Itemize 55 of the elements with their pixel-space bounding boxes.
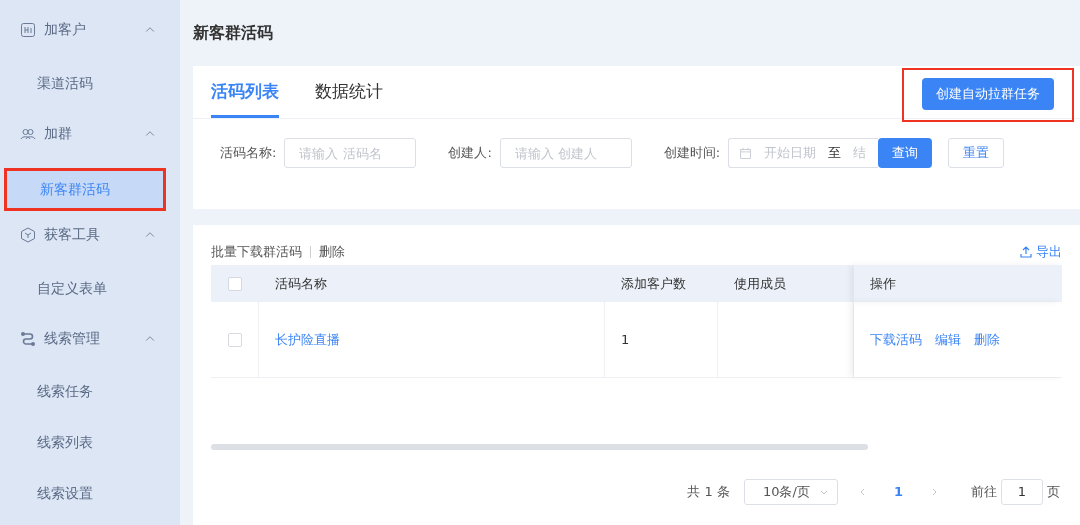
hi-badge-icon bbox=[20, 22, 36, 39]
group-label: 加客户 bbox=[44, 21, 87, 40]
column-header: 活码名称 bbox=[259, 265, 605, 302]
page-title: 新客群活码 bbox=[193, 21, 274, 44]
calendar-icon bbox=[739, 146, 753, 160]
action-link[interactable]: 编辑 bbox=[935, 330, 961, 349]
name-field[interactable]: 请输入 活码名 bbox=[284, 138, 417, 168]
action-link[interactable]: 删除 bbox=[974, 330, 1000, 349]
upload-icon bbox=[1020, 246, 1032, 258]
route-icon bbox=[20, 330, 36, 347]
field-label: 创建人: bbox=[448, 144, 492, 162]
total-count: 共 1 条 bbox=[687, 482, 730, 501]
reset-button[interactable]: 重置 bbox=[948, 138, 1005, 168]
horizontal-scrollbar[interactable] bbox=[211, 444, 868, 450]
goto-label: 前往 bbox=[971, 482, 997, 501]
code-name-link[interactable]: 长护险直播 bbox=[275, 330, 340, 349]
column-header: 使用成员 bbox=[718, 265, 854, 302]
delete-link[interactable]: 删除 bbox=[319, 243, 345, 261]
tab[interactable]: 活码列表 bbox=[211, 65, 279, 118]
sidebar-group[interactable]: 线索管理 bbox=[0, 320, 180, 358]
select-all-checkbox[interactable] bbox=[228, 276, 242, 291]
sidebar-item[interactable]: 渠道活码 bbox=[0, 64, 180, 104]
field-label: 活码名称: bbox=[220, 144, 277, 162]
creator-field[interactable]: 请输入 创建人 bbox=[499, 138, 632, 168]
sidebar-item[interactable]: 线索设置 bbox=[0, 474, 180, 514]
sidebar-item[interactable]: 自定义表单 bbox=[0, 269, 180, 309]
group-label: 获客工具 bbox=[44, 226, 101, 245]
sidebar-item[interactable]: 线索列表 bbox=[0, 423, 180, 463]
create-button[interactable]: 创建自动拉群任务 bbox=[922, 78, 1054, 110]
sidebar-item[interactable]: 新客群活码 bbox=[4, 168, 166, 211]
column-header: 操作 bbox=[854, 265, 1062, 302]
page-number[interactable]: 1 bbox=[893, 484, 903, 499]
group-label: 线索管理 bbox=[44, 329, 101, 348]
query-button[interactable]: 查询 bbox=[878, 138, 933, 168]
start-date-placeholder: 开始日期 bbox=[764, 144, 817, 162]
batch-download-link[interactable]: 批量下载群活码 bbox=[211, 243, 302, 261]
row-checkbox[interactable] bbox=[227, 332, 242, 347]
group-label: 加群 bbox=[44, 124, 73, 143]
column-header: 添加客户数 bbox=[605, 265, 718, 302]
sidebar-item[interactable]: 线索任务 bbox=[0, 373, 180, 412]
sidebar-group[interactable]: 加客户 bbox=[0, 12, 180, 49]
cube-icon bbox=[20, 227, 36, 244]
page-suffix: 页 bbox=[1047, 482, 1060, 501]
page-jump-field[interactable]: 1 bbox=[1001, 478, 1043, 505]
field-label: 创建时间: bbox=[663, 144, 721, 162]
tab[interactable]: 数据统计 bbox=[315, 65, 383, 118]
end-date-placeholder: 结 bbox=[853, 144, 867, 162]
page-size-select[interactable]: 10条/页 bbox=[743, 478, 838, 505]
action-link[interactable]: 下载活码 bbox=[870, 330, 922, 349]
table-cell: 1 bbox=[621, 332, 630, 347]
sidebar-group[interactable]: 加群 bbox=[0, 115, 180, 153]
range-separator: 至 bbox=[828, 144, 842, 162]
date-range-field[interactable]: 开始日期 至 结 bbox=[728, 138, 879, 168]
export-link[interactable]: 导出 bbox=[1020, 243, 1062, 261]
sidebar-group[interactable]: 获客工具 bbox=[0, 216, 180, 254]
